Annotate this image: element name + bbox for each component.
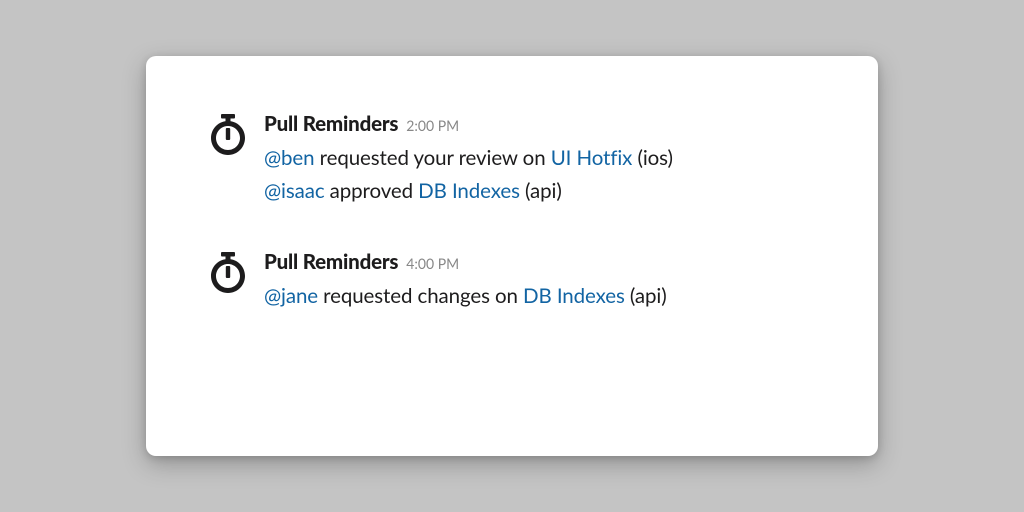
- stopwatch-icon: [206, 250, 250, 294]
- message-card: Pull Reminders 2:00 PM @ben requested yo…: [146, 56, 878, 456]
- message-line: @isaac approved DB Indexes (api): [264, 175, 818, 208]
- message-timestamp: 2:00 PM: [406, 117, 459, 134]
- message: Pull Reminders 4:00 PM @jane requested c…: [206, 250, 818, 313]
- message-header: Pull Reminders 4:00 PM: [264, 250, 818, 274]
- message: Pull Reminders 2:00 PM @ben requested yo…: [206, 112, 818, 208]
- message-content: Pull Reminders 4:00 PM @jane requested c…: [264, 250, 818, 313]
- stopwatch-icon: [206, 112, 250, 156]
- repo-label: (api): [520, 179, 562, 203]
- message-line: @jane requested changes on DB Indexes (a…: [264, 280, 818, 313]
- message-author[interactable]: Pull Reminders: [264, 112, 398, 136]
- message-content: Pull Reminders 2:00 PM @ben requested yo…: [264, 112, 818, 208]
- message-line: @ben requested your review on UI Hotfix …: [264, 142, 818, 175]
- pr-link[interactable]: UI Hotfix: [551, 146, 633, 170]
- user-mention[interactable]: @jane: [264, 284, 318, 308]
- repo-label: (ios): [632, 146, 673, 170]
- message-header: Pull Reminders 2:00 PM: [264, 112, 818, 136]
- message-text: approved: [325, 179, 419, 203]
- user-mention[interactable]: @ben: [264, 146, 315, 170]
- message-timestamp: 4:00 PM: [406, 255, 459, 272]
- pr-link[interactable]: DB Indexes: [418, 179, 520, 203]
- user-mention[interactable]: @isaac: [264, 179, 325, 203]
- message-author[interactable]: Pull Reminders: [264, 250, 398, 274]
- message-text: requested your review on: [315, 146, 551, 170]
- repo-label: (api): [625, 284, 667, 308]
- pr-link[interactable]: DB Indexes: [523, 284, 625, 308]
- message-text: requested changes on: [318, 284, 523, 308]
